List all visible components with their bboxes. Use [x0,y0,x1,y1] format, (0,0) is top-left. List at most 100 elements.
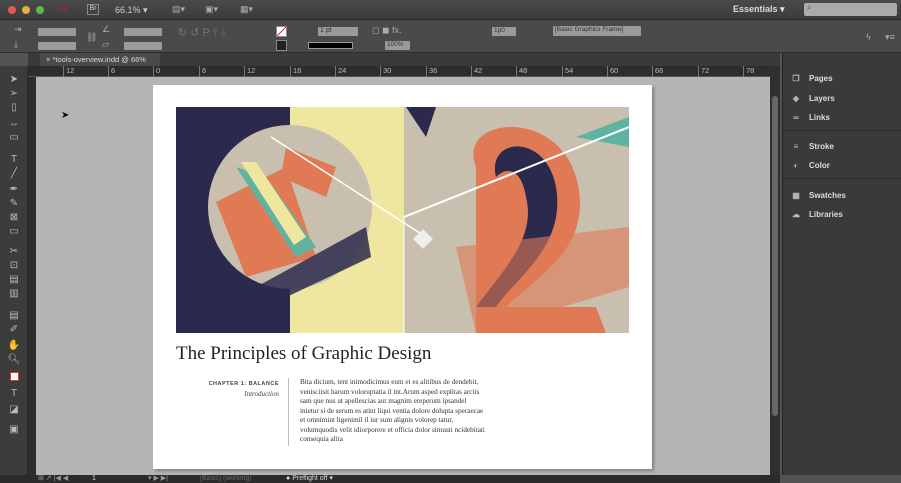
ruler-tick: 24 [335,66,346,77]
panel-label: Swatches [809,191,846,200]
rectangle-frame-tool-icon[interactable]: ⊠ [7,212,21,224]
page-title[interactable]: The Principles of Graphic Design [176,343,431,365]
zoom-tool-icon[interactable]: 🔍︎ [7,354,21,366]
tools-panel: ➤ ➢ ▯ ↔ ▭ T ╱ ✒ ✎ ⊠ ▭ ✂ ⊡ ▤ ▥ ▤ ✐ ✋ 🔍︎ T… [0,66,28,475]
constrain-proportions-icon[interactable]: ⛓ [86,32,97,43]
preflight-status[interactable]: ● Preflight off ▾ [286,475,333,483]
apply-color-icon[interactable]: ◪ [7,404,21,416]
cover-artwork[interactable] [176,107,629,333]
links-icon: ∞ [793,113,799,122]
ruler-tick: 78 [743,66,754,77]
document-page[interactable]: The Principles of Graphic Design CHAPTER… [153,85,652,469]
mouse-cursor-icon: ➤ [61,110,70,121]
note-tool-icon[interactable]: ▤ [7,310,21,322]
quick-apply-icon[interactable]: ϟ [866,32,871,42]
arrange-documents-icon[interactable]: ▦▾ [240,4,253,15]
ruler-tick: 72 [698,66,709,77]
bridge-button[interactable]: Br [87,4,99,15]
shear-field[interactable] [124,42,162,50]
panel-links[interactable]: ∞ Links [789,109,899,127]
document-tab[interactable]: × *tools-overview.indd @ 66% [40,53,160,66]
gap-tool-icon[interactable]: ↔ [7,118,21,130]
minimize-window-button[interactable] [22,6,30,14]
status-bar: ⊞ ↗ |◀ ◀ 1 ▾ ▶ ▶| [Basic] (working) ● Pr… [28,475,780,483]
panel-pages[interactable]: ❐ Pages [789,70,899,88]
vertical-scrollbar[interactable] [770,66,780,475]
type-tool-icon[interactable]: T [7,154,21,166]
formatting-affects-text-icon[interactable]: T [7,388,21,400]
body-text-frame[interactable]: Bita dicium, tent inimodicimus eum et es… [300,378,485,445]
panel-divider [783,178,901,179]
page-nav-icons[interactable]: ⊞ ↗ |◀ ◀ [38,475,68,483]
layers-icon: ◈ [792,94,800,103]
panel-menu-icon[interactable]: ▾≡ [885,32,895,43]
content-collector-icon[interactable]: ▭ [7,132,21,144]
zoom-level-dropdown[interactable]: 66.1% ▾ [115,5,148,16]
fill-swatch[interactable] [276,26,287,37]
x-field[interactable] [38,28,76,36]
panel-libraries[interactable]: ☁ Libraries [789,206,899,224]
horizontal-ruler: 12 6 0 6 12 18 24 30 36 42 48 54 60 66 7… [28,66,770,77]
view-options-icon[interactable]: ▤▾ [172,4,185,15]
chapter-label[interactable]: CHAPTER 1: BALANCE [193,381,279,387]
free-transform-tool-icon[interactable]: ⊡ [7,260,21,272]
ruler-tick: 12 [63,66,74,77]
y-field[interactable] [38,42,76,50]
pencil-tool-icon[interactable]: ✎ [7,198,21,210]
page-number-field[interactable]: 1 [92,475,96,483]
y-position-icon: ⤓ [14,39,18,49]
stroke-swatch[interactable] [276,40,287,51]
rotation-field[interactable] [124,28,162,36]
page-tool-icon[interactable]: ▯ [7,102,21,114]
document-tab-label: *tools-overview.indd @ 66% [52,55,146,64]
pages-icon: ❐ [792,74,800,83]
stroke-type-dropdown[interactable] [308,42,353,49]
panel-dock: ❐ Pages ◈ Layers ∞ Links ≡ Stroke ◐ Color ▦ Sw… [782,53,901,475]
search-icon: ⌕ [807,3,812,12]
section-label[interactable]: Introduction [193,390,279,398]
panel-stroke[interactable]: ≡ Stroke [789,138,899,156]
panel-layers[interactable]: ◈ Layers [789,90,899,108]
zoom-window-button[interactable] [36,6,44,14]
object-style-dropdown[interactable]: [Basic Graphics Frame] [553,26,641,36]
scissors-tool-icon[interactable]: ✂ [7,246,21,258]
hand-tool-icon[interactable]: ✋ [7,340,21,352]
master-style-field[interactable]: [Basic] (working) [200,475,252,483]
direct-selection-tool-icon[interactable]: ➢ [7,88,21,100]
next-page-icons[interactable]: ▾ ▶ ▶| [148,475,168,483]
screen-mode-icon[interactable]: ▣▾ [205,4,218,15]
panel-divider [783,130,901,131]
opacity-field[interactable]: 100% [385,41,410,50]
ruler-tick: 42 [471,66,482,77]
panel-swatches[interactable]: ▦ Swatches [789,187,899,205]
indesign-logo: Id [58,4,67,15]
rotate-icons[interactable]: ↻ ↺ P ⫯ ⫰ [178,26,225,40]
scroll-thumb[interactable] [772,96,778,416]
ruler-tick: 12 [244,66,255,77]
workspace-label: Essentials [733,4,778,14]
stroke-weight-field[interactable]: 1 pt [318,27,358,36]
effects-icons[interactable]: ◻ ◼ fx. [372,25,401,36]
gap-field[interactable]: 1p0 [492,27,516,36]
eyedropper-tool-icon[interactable]: ✐ [7,324,21,336]
panel-label: Layers [809,94,835,103]
panel-color[interactable]: ◐ Color [789,157,899,175]
close-tab-icon[interactable]: × [46,55,50,64]
selection-tool-icon[interactable]: ➤ [7,74,21,86]
gradient-tool-icon[interactable]: ▤ [7,274,21,286]
divider-rule [288,378,289,446]
screen-mode-icon[interactable]: ▣ [7,424,21,436]
status-left [0,475,28,483]
gradient-feather-tool-icon[interactable]: ▥ [7,288,21,300]
search-input[interactable]: ⌕ [804,3,897,16]
pen-tool-icon[interactable]: ✒ [7,184,21,196]
ruler-tick: 6 [199,66,206,77]
close-window-button[interactable] [8,6,16,14]
rectangle-tool-icon[interactable]: ▭ [7,226,21,238]
vertical-ruler [28,77,36,475]
zoom-level: 66.1% [115,5,141,15]
line-tool-icon[interactable]: ╱ [7,168,21,180]
workspace-switcher[interactable]: Essentials ▾ [733,4,785,15]
stroke-icon: ≡ [793,142,799,151]
fill-stroke-icon[interactable] [7,372,21,384]
